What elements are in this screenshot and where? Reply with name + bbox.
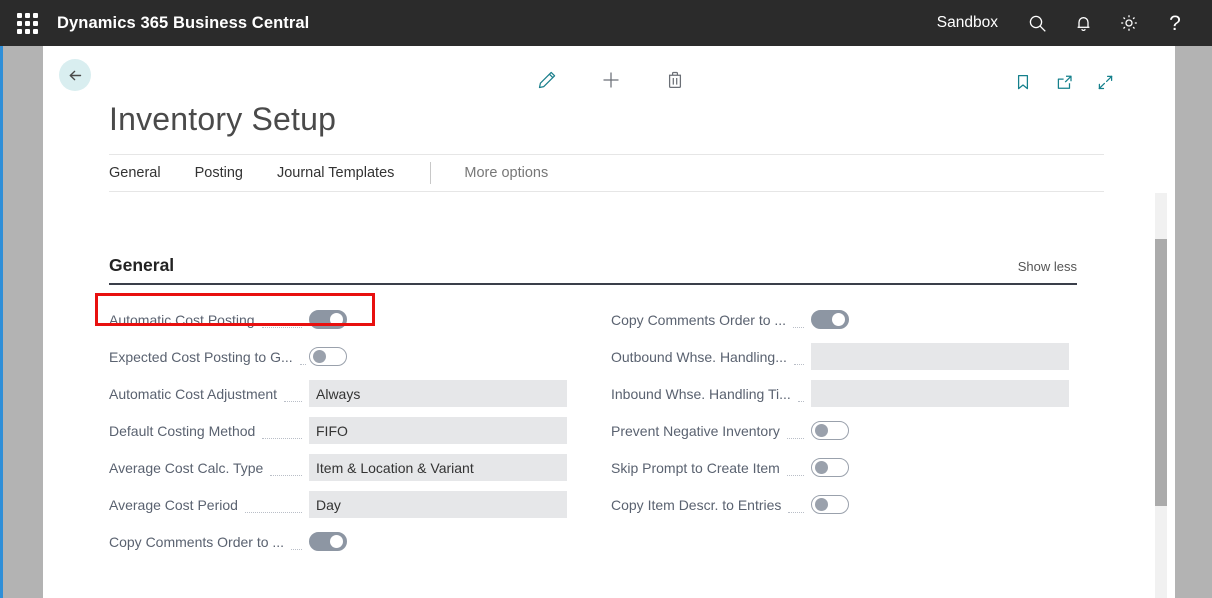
content-scrollbar[interactable]: [1155, 193, 1167, 598]
field-label: Average Cost Calc. Type: [109, 459, 264, 476]
field-copy-item-descr-to-entries: Copy Item Descr. to Entries: [611, 486, 1131, 523]
field-label: Automatic Cost Posting: [109, 311, 255, 328]
leader-dots: [262, 425, 302, 439]
topbar-right-group: Sandbox ?: [937, 0, 1212, 46]
field-label: Prevent Negative Inventory: [611, 422, 780, 439]
tab-separator: [430, 162, 432, 184]
page-card: Inventory Setup General Posting Journal …: [43, 46, 1175, 598]
field-automatic-cost-posting: Automatic Cost Posting: [109, 301, 629, 338]
content-scroll-area: General Show less Automatic Cost Posting: [43, 193, 1175, 598]
tab-posting[interactable]: Posting: [195, 165, 243, 181]
field-label: Default Costing Method: [109, 422, 256, 439]
toggle-copy-comments-order-to-right[interactable]: [811, 310, 849, 329]
scrollbar-thumb[interactable]: [1155, 239, 1167, 506]
input-inbound-whse-handling[interactable]: [811, 380, 1069, 407]
bell-icon[interactable]: [1060, 0, 1106, 46]
field-copy-comments-order-to-right: Copy Comments Order to ...: [611, 301, 1131, 338]
toggle-automatic-cost-posting[interactable]: [309, 310, 347, 329]
tab-journal-templates[interactable]: Journal Templates: [277, 165, 394, 181]
environment-badge: Sandbox: [936, 14, 998, 31]
search-icon[interactable]: [1014, 0, 1060, 46]
toggle-copy-comments-order-to-left[interactable]: [309, 532, 347, 551]
field-copy-comments-order-to-left: Copy Comments Order to ...: [109, 523, 629, 560]
leader-dots: [261, 314, 302, 328]
input-outbound-whse-handling[interactable]: [811, 343, 1069, 370]
open-in-new-window-icon[interactable]: [1052, 70, 1076, 94]
show-less-link[interactable]: Show less: [1018, 259, 1077, 276]
toggle-copy-item-descr-to-entries[interactable]: [811, 495, 849, 514]
leader-dots: [299, 351, 306, 365]
leader-dots: [284, 388, 302, 402]
page-actions-right: [1011, 70, 1117, 94]
edit-pencil-icon[interactable]: [533, 66, 561, 94]
general-fields-left-column: Automatic Cost Posting Expected Cost Pos…: [109, 301, 629, 560]
back-button[interactable]: [59, 59, 91, 91]
field-label: Copy Comments Order to ...: [109, 533, 285, 550]
top-navigation-bar: Dynamics 365 Business Central Sandbox ?: [0, 0, 1212, 46]
collapse-icon[interactable]: [1093, 70, 1117, 94]
field-label: Skip Prompt to Create Item: [611, 459, 780, 476]
help-glyph: ?: [1169, 11, 1181, 35]
field-average-cost-calc-type: Average Cost Calc. Type: [109, 449, 629, 486]
section-title-general: General: [109, 255, 175, 275]
leader-dots: [786, 462, 804, 476]
gear-icon[interactable]: [1106, 0, 1152, 46]
toggle-expected-cost-posting-to-gl[interactable]: [309, 347, 347, 366]
section-header-general: General Show less: [109, 255, 1077, 285]
delete-trash-icon[interactable]: [661, 66, 689, 94]
leader-dots: [797, 388, 804, 402]
tab-general[interactable]: General: [109, 165, 161, 181]
app-title: Dynamics 365 Business Central: [57, 13, 310, 32]
field-label: Automatic Cost Adjustment: [109, 385, 278, 402]
field-inbound-whse-handling: Inbound Whse. Handling Ti...: [611, 375, 1131, 412]
leader-dots: [793, 351, 804, 365]
field-label: Copy Item Descr. to Entries: [611, 496, 782, 513]
leader-dots: [291, 536, 302, 550]
input-average-cost-period[interactable]: [309, 491, 567, 518]
tab-more-options[interactable]: More options: [464, 165, 548, 181]
field-label: Inbound Whse. Handling Ti...: [611, 385, 791, 402]
field-label: Average Cost Period: [109, 496, 238, 513]
leader-dots: [786, 425, 804, 439]
app-launcher-icon[interactable]: [14, 10, 40, 36]
input-average-cost-calc-type[interactable]: [309, 454, 567, 481]
page-actions-center: [533, 66, 689, 94]
leader-dots: [244, 499, 302, 513]
new-plus-icon[interactable]: [597, 66, 625, 94]
field-default-costing-method: Default Costing Method: [109, 412, 629, 449]
field-label: Expected Cost Posting to G...: [109, 348, 293, 365]
help-icon[interactable]: ?: [1152, 0, 1198, 46]
left-accent-strip: [0, 45, 3, 598]
app-root: Dynamics 365 Business Central Sandbox ? …: [0, 0, 1212, 598]
toggle-skip-prompt-to-create-item[interactable]: [811, 458, 849, 477]
general-fields-right-column: Copy Comments Order to ... Outbound Whse…: [611, 301, 1131, 523]
page-title: Inventory Setup: [109, 101, 337, 137]
field-prevent-negative-inventory: Prevent Negative Inventory: [611, 412, 1131, 449]
field-expected-cost-posting-to-gl: Expected Cost Posting to G...: [109, 338, 629, 375]
field-label: Outbound Whse. Handling...: [611, 348, 787, 365]
input-default-costing-method[interactable]: [309, 417, 567, 444]
field-skip-prompt-to-create-item: Skip Prompt to Create Item: [611, 449, 1131, 486]
bookmark-icon[interactable]: [1011, 70, 1035, 94]
field-average-cost-period: Average Cost Period: [109, 486, 629, 523]
input-automatic-cost-adjustment[interactable]: [309, 380, 567, 407]
leader-dots: [270, 462, 302, 476]
field-outbound-whse-handling: Outbound Whse. Handling...: [611, 338, 1131, 375]
leader-dots: [788, 499, 804, 513]
toggle-prevent-negative-inventory[interactable]: [811, 421, 849, 440]
field-label: Copy Comments Order to ...: [611, 311, 787, 328]
field-automatic-cost-adjustment: Automatic Cost Adjustment: [109, 375, 629, 412]
leader-dots: [793, 314, 804, 328]
tab-bar: General Posting Journal Templates More o…: [109, 154, 1104, 192]
